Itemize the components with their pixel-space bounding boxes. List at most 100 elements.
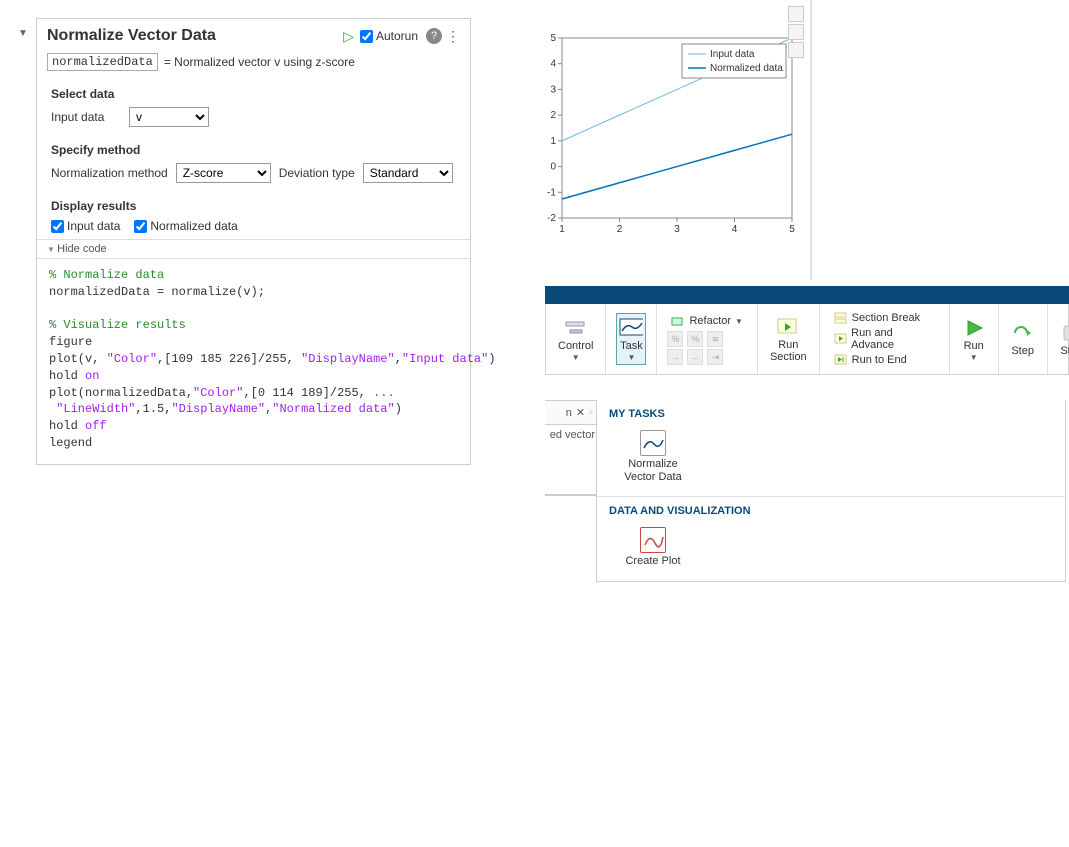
grp-task: Task ▼ [606, 304, 657, 374]
svg-text:2: 2 [550, 110, 556, 121]
section-break-icon [834, 311, 848, 325]
run-section-icon [776, 315, 800, 339]
live-task-card: Normalize Vector Data ▷ Autorun ? ⋮ norm… [36, 18, 471, 465]
grp-run-section: Run Section [758, 304, 820, 374]
section-break-button[interactable]: Section Break [830, 310, 924, 326]
normalize-task-icon [640, 430, 666, 456]
run-section-button[interactable]: Run Section [768, 313, 809, 365]
ribbon-label: Control [558, 340, 593, 352]
svg-text:4: 4 [550, 59, 556, 70]
grp-run: Run ▼ [950, 304, 999, 374]
output-inline-icon[interactable] [788, 6, 804, 22]
cb-input-data[interactable]: Input data [51, 219, 120, 233]
run-advance-icon [834, 332, 847, 346]
uncomment-icon[interactable]: % [687, 331, 703, 347]
section-display-results: Display results Input data Normalized da… [37, 193, 470, 239]
section-my-tasks: MY TASKS [597, 400, 1065, 424]
output-pane-toolbar [788, 6, 804, 58]
input-data-select[interactable]: v [129, 107, 209, 127]
close-icon[interactable]: ✕ [576, 406, 585, 419]
create-plot-icon [640, 527, 666, 553]
grp-control: Control ▼ [546, 304, 606, 374]
ribbon-label: Refactor [689, 315, 731, 327]
toggle-code-button[interactable]: Hide code [37, 239, 470, 259]
cb-label: Normalized data [150, 219, 237, 233]
svg-text:4: 4 [732, 224, 738, 235]
output-row: normalizedData = Normalized vector v usi… [37, 49, 470, 81]
step-icon [1011, 321, 1035, 345]
run-to-end-button[interactable]: Run to End [830, 352, 911, 368]
svg-text:5: 5 [550, 33, 556, 44]
smart-indent-icon[interactable]: ⇥ [707, 349, 723, 365]
refactor-icon [671, 314, 685, 328]
task-item-label: Create Plot [625, 555, 680, 568]
grp-refactor: Refactor ▼ % % ≋ → ← ⇥ [657, 304, 758, 374]
output-variable-field[interactable]: normalizedData [47, 53, 158, 71]
cb-normalized-data[interactable]: Normalized data [134, 219, 237, 233]
section-specify-method: Specify method Normalization method Z-sc… [37, 137, 470, 193]
stop-button[interactable]: Stop [1058, 319, 1069, 359]
output-description: = Normalized vector v using z-score [164, 55, 355, 69]
svg-text:-2: -2 [547, 213, 556, 224]
autorun-checkbox[interactable]: Autorun [360, 29, 418, 43]
task-dropdown-pane: MY TASKS Normalize Vector Data DATA AND … [596, 400, 1066, 582]
generated-code: % Normalize data normalizedData = normal… [37, 259, 470, 464]
svg-text:5: 5 [789, 224, 795, 235]
norm-method-select[interactable]: Z-score [176, 163, 271, 183]
chart-svg: -2-101234512345Input dataNormalized data [530, 30, 800, 240]
section-select-data: Select data Input data v [37, 81, 470, 137]
ribbon-label: Task [620, 340, 643, 352]
refactor-button[interactable]: Refactor ▼ [667, 313, 747, 329]
run-and-advance-button[interactable]: Run and Advance [830, 326, 939, 352]
kebab-menu-icon[interactable]: ⋮ [446, 28, 460, 45]
control-icon [564, 316, 588, 340]
section-heading: Select data [51, 87, 456, 101]
svg-text:0: 0 [550, 162, 556, 173]
autorun-label: Autorun [376, 29, 418, 43]
deviation-select[interactable]: Standard [363, 163, 453, 183]
task-create-plot[interactable]: Create Plot [613, 523, 693, 572]
svg-text:-1: -1 [547, 187, 556, 198]
toolstrip-ribbon: Control ▼ Task ▼ Refactor ▼ % % ≋ → ← [545, 286, 1069, 401]
step-button[interactable]: Step [1009, 319, 1037, 359]
input-data-label: Input data [51, 110, 121, 124]
help-icon[interactable]: ? [426, 28, 442, 44]
grp-stop: Stop [1048, 304, 1069, 374]
svg-text:Normalized data: Normalized data [710, 63, 783, 74]
section-heading: Specify method [51, 143, 456, 157]
edit-mini-icons: % % ≋ → ← ⇥ [667, 331, 725, 365]
ribbon-label: Stop [1060, 345, 1069, 357]
chevron-down-icon: ▼ [628, 353, 636, 362]
indent-icon[interactable]: → [667, 349, 683, 365]
task-button[interactable]: Task ▼ [616, 313, 646, 364]
svg-text:3: 3 [674, 224, 680, 235]
grp-step: Step [999, 304, 1048, 374]
control-button[interactable]: Control ▼ [556, 314, 595, 363]
chart-output: -2-101234512345Input dataNormalized data [530, 30, 800, 240]
cb-input-data-box[interactable] [51, 220, 64, 233]
output-hide-icon[interactable] [788, 42, 804, 58]
ribbon-label: Run [964, 340, 984, 352]
run-task-icon[interactable]: ▷ [343, 28, 354, 45]
pane-divider[interactable] [810, 0, 812, 280]
ribbon-label: Run Section [770, 339, 807, 363]
autorun-input[interactable] [360, 30, 373, 43]
svg-text:1: 1 [559, 224, 565, 235]
tab-stub[interactable]: n✕◦ [545, 401, 597, 425]
ribbon-label: Run and Advance [851, 327, 935, 351]
task-normalize-vector[interactable]: Normalize Vector Data [613, 426, 693, 488]
task-item-label: Normalize Vector Data [617, 458, 689, 484]
chevron-down-icon: ▼ [572, 353, 580, 362]
cb-normalized-data-box[interactable] [134, 220, 147, 233]
ribbon-label: Section Break [852, 312, 920, 324]
outdent-icon[interactable]: ← [687, 349, 703, 365]
collapse-arrow-icon[interactable]: ▼ [18, 28, 28, 39]
cb-label: Input data [67, 219, 120, 233]
editor-fragment: n✕◦ ed vector [545, 400, 597, 496]
norm-method-label: Normalization method [51, 166, 168, 180]
comment-icon[interactable]: % [667, 331, 683, 347]
wrap-icon[interactable]: ≋ [707, 331, 723, 347]
ribbon-label: Step [1011, 345, 1034, 357]
run-button[interactable]: Run ▼ [960, 314, 988, 363]
output-right-icon[interactable] [788, 24, 804, 40]
